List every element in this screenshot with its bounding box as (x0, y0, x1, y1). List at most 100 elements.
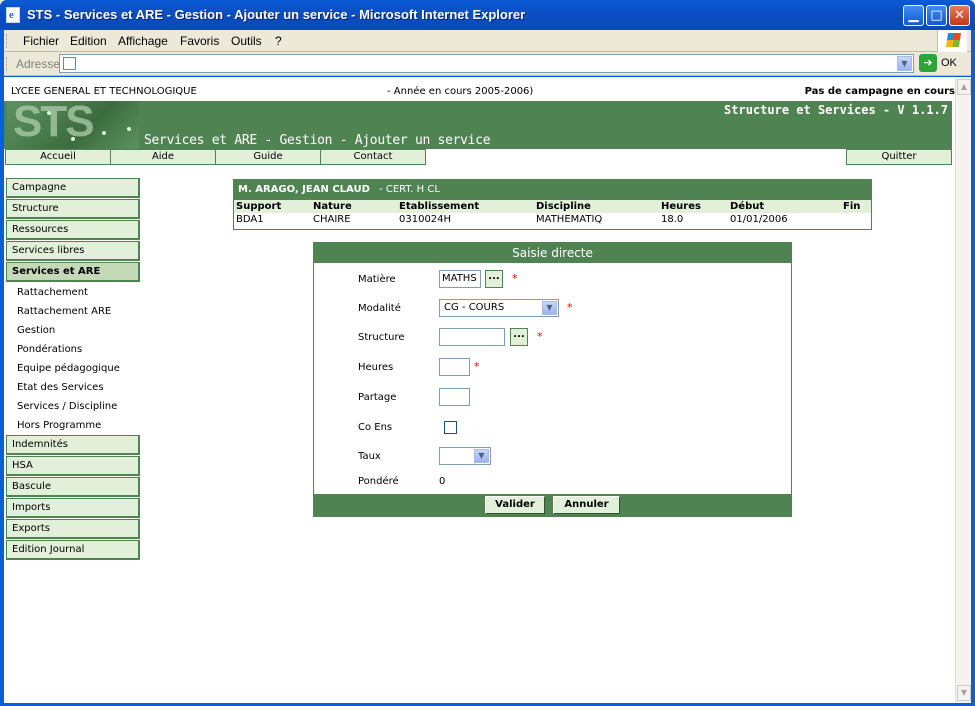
sidebar-item-indemnites[interactable]: Indemnités (6, 435, 140, 455)
menu-help[interactable]: ? (275, 34, 282, 48)
structure-lookup-button[interactable]: ... (510, 328, 528, 346)
sidebar-subitem-hors-programme[interactable]: Hors Programme (6, 416, 140, 435)
col-support: Support (236, 201, 282, 212)
campaign-status: Pas de campagne en cours (804, 86, 955, 97)
go-arrow-icon[interactable]: ➔ (919, 54, 937, 72)
nav-guide[interactable]: Guide (215, 149, 321, 165)
scroll-up-icon[interactable]: ▲ (957, 79, 971, 95)
form-title: Saisie directe (314, 243, 791, 263)
heures-label: Heures (358, 362, 394, 373)
valider-button[interactable]: Valider (485, 496, 545, 514)
nav-contact[interactable]: Contact (320, 149, 426, 165)
table-row: BDA1 CHAIRE 0310024H MATHEMATIQ 18.0 01/… (234, 213, 871, 226)
sidebar-item-services-libres[interactable]: Services libres (6, 241, 140, 261)
sidebar: Campagne Structure Ressources Services l… (6, 178, 140, 561)
agent-table-header: Support Nature Etablissement Discipline … (234, 200, 871, 213)
go-button[interactable]: OK (941, 57, 957, 69)
chevron-down-icon: ▼ (542, 301, 557, 315)
sidebar-subitem-gestion[interactable]: Gestion (6, 321, 140, 340)
nav-aide[interactable]: Aide (110, 149, 216, 165)
sidebar-subitem-rattachement-are[interactable]: Rattachement ARE (6, 302, 140, 321)
taux-label: Taux (358, 451, 381, 462)
sidebar-item-ressources[interactable]: Ressources (6, 220, 140, 240)
sidebar-item-imports[interactable]: Imports (6, 498, 140, 518)
sidebar-item-exports[interactable]: Exports (6, 519, 140, 539)
app-banner: STS Structure et Services - V 1.1.7 Serv… (4, 97, 952, 149)
col-heures: Heures (661, 201, 701, 212)
agent-header: M. ARAGO, JEAN CLAUD - CERT. H CL (234, 180, 871, 200)
sidebar-item-structure[interactable]: Structure (6, 199, 140, 219)
title-bar[interactable]: e STS - Services et ARE - Gestion - Ajou… (0, 0, 975, 30)
cell-debut: 01/01/2006 (730, 214, 788, 225)
address-input[interactable]: ▼ (59, 54, 914, 73)
sidebar-item-campagne[interactable]: Campagne (6, 178, 140, 198)
partage-label: Partage (358, 392, 397, 403)
address-dropdown-icon[interactable]: ▼ (897, 56, 912, 71)
col-discipline: Discipline (536, 201, 591, 212)
sidebar-subitem-services-discipline[interactable]: Services / Discipline (6, 397, 140, 416)
pondere-label: Pondéré (358, 476, 399, 487)
annuler-button[interactable]: Annuler (553, 496, 620, 514)
school-year: - Année en cours 2005-2006) (387, 86, 534, 97)
structure-input[interactable] (439, 328, 505, 346)
maximize-button[interactable]: □ (926, 5, 947, 26)
menu-affichage[interactable]: Affichage (118, 34, 168, 48)
menu-edition[interactable]: Edition (70, 34, 107, 48)
nav-quitter[interactable]: Quitter (846, 149, 952, 165)
coens-checkbox[interactable] (444, 421, 457, 434)
menu-outils[interactable]: Outils (231, 34, 262, 48)
col-nature: Nature (313, 201, 352, 212)
sts-logo: STS (7, 97, 139, 149)
required-marker: * (537, 330, 543, 343)
col-etablissement: Etablissement (399, 201, 480, 212)
page-title: Services et ARE - Gestion - Ajouter un s… (144, 133, 491, 148)
cell-heures: 18.0 (661, 214, 684, 225)
vertical-scrollbar[interactable]: ▲ ▼ (955, 77, 971, 703)
partage-input[interactable] (439, 388, 470, 406)
coens-label: Co Ens (358, 422, 393, 433)
school-name: LYCEE GENERAL ET TECHNOLOGIQUE (11, 86, 197, 97)
pondere-value: 0 (439, 476, 446, 487)
sidebar-item-edition-journal[interactable]: Edition Journal (6, 540, 140, 560)
required-marker: * (567, 301, 573, 314)
scroll-down-icon[interactable]: ▼ (957, 685, 971, 701)
agent-info-table: M. ARAGO, JEAN CLAUD - CERT. H CL Suppor… (233, 179, 872, 230)
sidebar-subitem-ponderations[interactable]: Pondérations (6, 340, 140, 359)
menu-fichier[interactable]: Fichier (23, 34, 59, 48)
app-version: Structure et Services - V 1.1.7 (724, 103, 948, 117)
modalite-select[interactable]: CG - COURS ▼ (439, 299, 559, 317)
col-fin: Fin (843, 201, 861, 212)
menu-bar: Fichier Edition Affichage Favoris Outils… (4, 30, 971, 52)
form-actions: Valider Annuler (314, 494, 791, 516)
sidebar-item-hsa[interactable]: HSA (6, 456, 140, 476)
sidebar-item-bascule[interactable]: Bascule (6, 477, 140, 497)
cell-nature: CHAIRE (313, 214, 351, 225)
structure-label: Structure (358, 332, 405, 343)
minimize-button[interactable]: ▁ (903, 5, 924, 26)
agent-grade: - CERT. H CL (379, 184, 440, 195)
sidebar-subitem-rattachement[interactable]: Rattachement (6, 283, 140, 302)
matiere-lookup-button[interactable]: ... (485, 270, 503, 288)
cell-etablissement: 0310024H (399, 214, 452, 225)
heures-input[interactable] (439, 358, 470, 376)
saisie-directe-form: Saisie directe Matière MATHS ... * Modal… (313, 242, 792, 517)
toolbar-grip[interactable] (6, 34, 9, 48)
browser-window: e STS - Services et ARE - Gestion - Ajou… (0, 0, 975, 706)
nav-accueil[interactable]: Accueil (5, 149, 111, 165)
taux-select[interactable]: ▼ (439, 447, 491, 465)
close-button[interactable]: ✕ (949, 5, 970, 26)
sidebar-item-services-are[interactable]: Services et ARE (6, 262, 140, 282)
ie-page-icon: e (6, 7, 20, 23)
sidebar-subitem-etat-des-services[interactable]: Etat des Services (6, 378, 140, 397)
agent-name: M. ARAGO, JEAN CLAUD (238, 184, 370, 195)
menu-favoris[interactable]: Favoris (180, 34, 219, 48)
sidebar-subitem-equipe-pedagogique[interactable]: Equipe pédagogique (6, 359, 140, 378)
matiere-input[interactable]: MATHS (439, 270, 481, 288)
page-content: LYCEE GENERAL ET TECHNOLOGIQUE - Année e… (4, 77, 955, 703)
top-nav: Accueil Aide Guide Contact Quitter (4, 149, 952, 165)
col-debut: Début (730, 201, 765, 212)
top-info-bar: LYCEE GENERAL ET TECHNOLOGIQUE - Année e… (4, 86, 955, 100)
address-bar: Adresse ▼ ➔ OK (4, 52, 971, 76)
window-title: STS - Services et ARE - Gestion - Ajoute… (27, 7, 526, 22)
cell-support: BDA1 (236, 214, 264, 225)
